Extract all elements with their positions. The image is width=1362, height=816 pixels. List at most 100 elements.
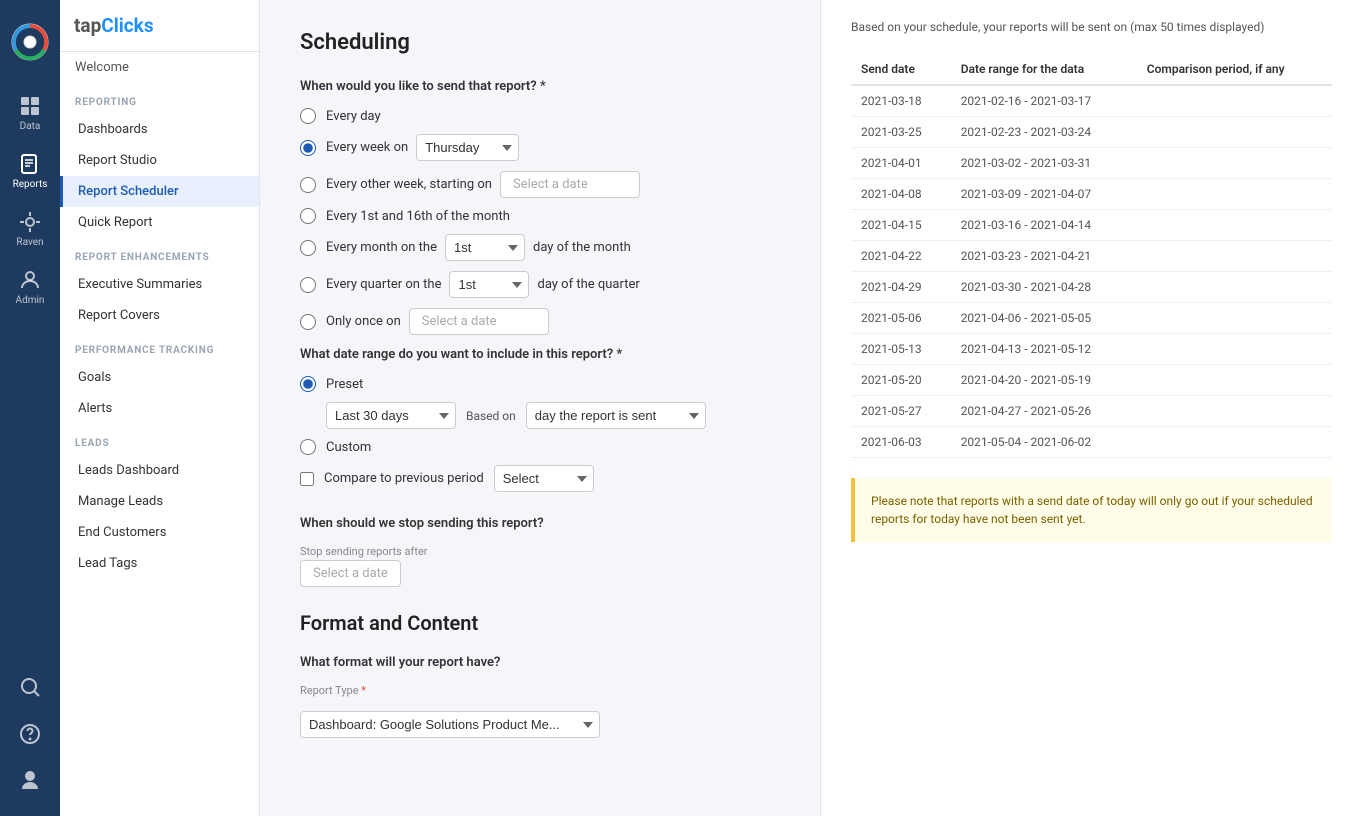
nav-item-report-studio[interactable]: Report Studio [60, 145, 259, 176]
radio-only-once-input[interactable] [300, 314, 316, 330]
sidebar-icon-raven[interactable]: Raven [0, 200, 60, 258]
frequency-radio-group: Every day Every week on SundayMondayTues… [300, 108, 780, 335]
radio-every-1st-16th-label: Every 1st and 16th of the month [326, 209, 510, 224]
stop-section: When should we stop sending this report?… [300, 516, 780, 581]
nav-item-report-scheduler[interactable]: Report Scheduler [60, 176, 259, 207]
warning-box: Please note that reports with a send dat… [851, 478, 1332, 542]
radio-only-once: Only once on Select a date [300, 308, 780, 335]
nav-item-end-customers[interactable]: End Customers [60, 517, 259, 548]
radio-every-day: Every day [300, 108, 780, 124]
preset-select[interactable]: Last 30 days Last 7 days Last month Last… [326, 402, 456, 429]
schedule-table: Send date Date range for the data Compar… [851, 54, 1332, 458]
nav-item-alerts[interactable]: Alerts [60, 393, 259, 424]
radio-every-week: Every week on SundayMondayTuesdayWednesd… [300, 134, 780, 161]
stop-question: When should we stop sending this report? [300, 516, 780, 531]
nav-section-performance: PERFORMANCE TRACKING [60, 331, 259, 362]
nav-item-manage-leads[interactable]: Manage Leads [60, 486, 259, 517]
radio-every-week-input[interactable] [300, 140, 316, 156]
day-of-month-select[interactable]: 1st2nd3rd4th5th [445, 234, 525, 261]
day-of-month-suffix: day of the month [533, 240, 631, 255]
radio-every-week-label: Every week on [326, 140, 408, 155]
report-type-row: Report Type * Dashboard: Google Solution… [300, 684, 780, 738]
preset-row: Last 30 days Last 7 days Last month Last… [326, 402, 780, 429]
radio-preset-input[interactable] [300, 376, 316, 392]
sidebar-icon-user[interactable] [0, 759, 60, 806]
report-type-select[interactable]: Dashboard: Google Solutions Product Me..… [300, 711, 600, 738]
only-once-date[interactable]: Select a date [409, 308, 549, 335]
nav-section-enhancements: REPORT ENHANCEMENTS [60, 238, 259, 269]
sidebar-icon-admin[interactable]: Admin [0, 258, 60, 316]
radio-preset: Preset [300, 376, 780, 392]
table-row: 2021-04-152021-03-16 - 2021-04-14 [851, 210, 1332, 241]
nav-item-leads-dashboard[interactable]: Leads Dashboard [60, 455, 259, 486]
radio-only-once-label: Only once on [326, 314, 401, 329]
radio-every-month: Every month on the 1st2nd3rd4th5th day o… [300, 234, 780, 261]
date-range-question: What date range do you want to include i… [300, 347, 780, 362]
nav-sidebar: tapClicks Welcome REPORTING Dashboards R… [60, 0, 260, 816]
stop-label: Stop sending reports after [300, 545, 780, 558]
radio-every-1st-16th: Every 1st and 16th of the month [300, 208, 780, 224]
nav-item-goals[interactable]: Goals [60, 362, 259, 393]
radio-every-quarter-label: Every quarter on the [326, 277, 441, 292]
table-row: 2021-05-062021-04-06 - 2021-05-05 [851, 303, 1332, 334]
compare-row: Compare to previous period Select [300, 465, 780, 492]
icon-sidebar: Data Reports Raven Admin [0, 0, 60, 816]
nav-item-dashboards[interactable]: Dashboards [60, 114, 259, 145]
col-date-range: Date range for the data [951, 54, 1137, 85]
nav-welcome[interactable]: Welcome [60, 52, 259, 83]
frequency-question: When would you like to send that report?… [300, 79, 780, 94]
table-row: 2021-05-132021-04-13 - 2021-05-12 [851, 334, 1332, 365]
nav-item-quick-report[interactable]: Quick Report [60, 207, 259, 238]
radio-preset-label: Preset [326, 377, 363, 392]
based-on-select[interactable]: day the report is sent start of the peri… [526, 402, 706, 429]
logo-wordmark: tapClicks [74, 14, 245, 37]
day-of-quarter-select[interactable]: 1st2nd3rd4th5th [449, 271, 529, 298]
day-of-week-select[interactable]: SundayMondayTuesdayWednesdayThursdayFrid… [416, 134, 519, 161]
radio-custom-label: Custom [326, 440, 371, 455]
table-row: 2021-04-222021-03-23 - 2021-04-21 [851, 241, 1332, 272]
format-question: What format will your report have? [300, 655, 780, 670]
radio-custom-input[interactable] [300, 439, 316, 455]
form-panel: Scheduling When would you like to send t… [260, 0, 820, 816]
table-row: 2021-06-032021-05-04 - 2021-06-02 [851, 427, 1332, 458]
col-send-date: Send date [851, 54, 951, 85]
compare-checkbox[interactable] [300, 472, 314, 486]
schedule-note: Based on your schedule, your reports wil… [851, 20, 1332, 34]
table-row: 2021-05-272021-04-27 - 2021-05-26 [851, 396, 1332, 427]
nav-item-lead-tags[interactable]: Lead Tags [60, 548, 259, 579]
nav-section-reporting: REPORTING [60, 83, 259, 114]
radio-every-other-week-label: Every other week, starting on [326, 177, 492, 192]
radio-every-month-input[interactable] [300, 240, 316, 256]
radio-every-month-label: Every month on the [326, 240, 437, 255]
radio-every-week-content: Every week on SundayMondayTuesdayWednesd… [326, 134, 519, 161]
sidebar-icon-help[interactable] [0, 712, 60, 759]
sidebar-icon-data[interactable]: Data [0, 84, 60, 142]
table-row: 2021-04-012021-03-02 - 2021-03-31 [851, 148, 1332, 179]
report-type-label: Report Type * [300, 684, 780, 697]
nav-item-report-covers[interactable]: Report Covers [60, 300, 259, 331]
radio-every-1st-16th-input[interactable] [300, 208, 316, 224]
table-row: 2021-03-252021-02-23 - 2021-03-24 [851, 117, 1332, 148]
radio-custom: Custom [300, 439, 780, 455]
compare-select[interactable]: Select [494, 465, 594, 492]
radio-every-day-input[interactable] [300, 108, 316, 124]
nav-item-executive-summaries[interactable]: Executive Summaries [60, 269, 259, 300]
sidebar-icon-reports[interactable]: Reports [0, 142, 60, 200]
compare-label: Compare to previous period [324, 471, 484, 486]
page-title: Scheduling [300, 30, 780, 55]
stop-date-input[interactable]: Select a date [300, 560, 401, 587]
main-content: Scheduling When would you like to send t… [260, 0, 1362, 816]
every-other-week-date[interactable]: Select a date [500, 171, 640, 198]
radio-every-day-label: Every day [326, 109, 381, 124]
table-row: 2021-03-182021-02-16 - 2021-03-17 [851, 85, 1332, 117]
radio-every-other-week: Every other week, starting on Select a d… [300, 171, 780, 198]
radio-every-other-week-input[interactable] [300, 177, 316, 193]
table-row: 2021-05-202021-04-20 - 2021-05-19 [851, 365, 1332, 396]
schedule-panel: Based on your schedule, your reports wil… [820, 0, 1362, 816]
table-row: 2021-04-292021-03-30 - 2021-04-28 [851, 272, 1332, 303]
sidebar-icon-search[interactable] [0, 665, 60, 712]
nav-section-leads: LEADS [60, 424, 259, 455]
col-comparison: Comparison period, if any [1137, 54, 1332, 85]
radio-every-quarter-input[interactable] [300, 277, 316, 293]
based-on-label: Based on [466, 409, 516, 423]
